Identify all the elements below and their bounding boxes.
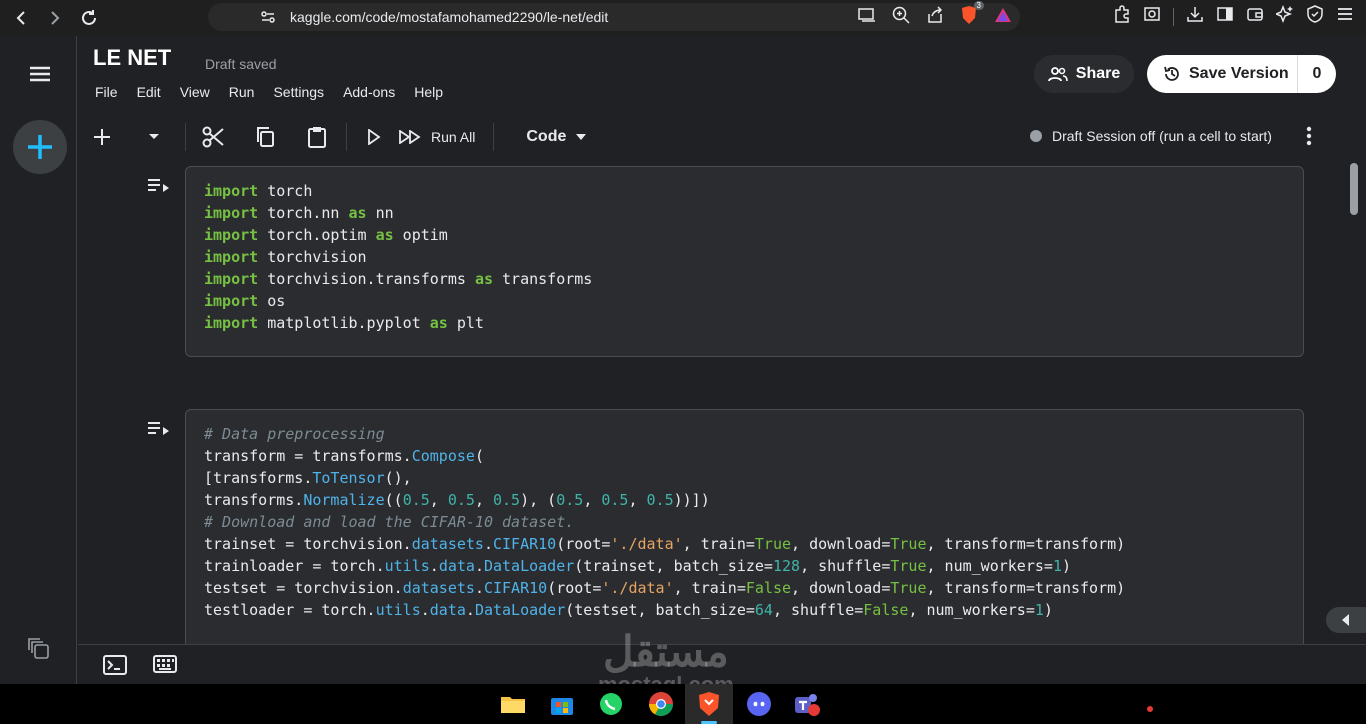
- session-status[interactable]: Draft Session off (run a cell to start): [1030, 128, 1272, 144]
- code-line: import torch.optim as optim: [204, 226, 448, 244]
- code-line: import torchvision: [204, 248, 367, 266]
- brave-badge: 3: [973, 0, 984, 10]
- whatsapp-icon[interactable]: [597, 690, 625, 718]
- copy-icon[interactable]: [248, 120, 282, 154]
- run-cell-icon[interactable]: [357, 120, 391, 154]
- cut-icon[interactable]: [196, 120, 230, 154]
- notebook-menu-bar: File Edit View Run Settings Add-ons Help: [95, 84, 462, 100]
- more-options-icon[interactable]: [1306, 126, 1312, 151]
- code-line: testloader = torch.utils.data.DataLoader…: [204, 601, 1053, 619]
- create-button[interactable]: [13, 120, 67, 174]
- chevron-down-icon: [576, 134, 587, 140]
- save-version-button[interactable]: Save Version 0: [1147, 55, 1336, 93]
- notebook-cells-area: import torch import torch.nn as nn import …: [78, 160, 1366, 644]
- version-count[interactable]: 0: [1297, 55, 1336, 93]
- store-icon[interactable]: [548, 690, 576, 718]
- watermark-arabic: مستقل: [603, 628, 729, 675]
- cast-icon[interactable]: [858, 7, 876, 27]
- hamburger-menu-icon[interactable]: [29, 66, 51, 87]
- code-line: trainloader = torch.utils.data.DataLoade…: [204, 557, 1071, 575]
- share-page-icon[interactable]: [926, 5, 944, 29]
- code-line: import torch: [204, 182, 313, 200]
- keyboard-shortcuts-icon[interactable]: [153, 655, 177, 678]
- expand-side-panel-button[interactable]: [1326, 607, 1366, 633]
- menu-edit[interactable]: Edit: [137, 84, 161, 100]
- code-line: import torch.nn as nn: [204, 204, 394, 222]
- session-status-dot: [1030, 130, 1042, 142]
- code-line: transforms.Normalize((0.5, 0.5, 0.5), (0…: [204, 491, 710, 509]
- save-status: Draft saved: [205, 56, 277, 72]
- code-line: # Download and load the CIFAR-10 dataset…: [204, 513, 575, 531]
- brave-rewards-icon[interactable]: [994, 7, 1012, 28]
- brave-taskbar-active[interactable]: [685, 684, 733, 724]
- share-label: Share: [1075, 65, 1121, 82]
- file-explorer-icon[interactable]: [499, 690, 527, 718]
- chrome-icon[interactable]: [647, 690, 675, 718]
- cell-type-value: Code: [526, 128, 567, 145]
- cell-2-type-icon[interactable]: [148, 420, 170, 443]
- reload-icon[interactable]: [76, 5, 102, 31]
- back-icon[interactable]: [8, 5, 34, 31]
- code-line: trainset = torchvision.datasets.CIFAR10(…: [204, 535, 1126, 553]
- vpn-icon[interactable]: [1306, 5, 1324, 28]
- left-rail: [0, 36, 77, 684]
- screenshot-icon[interactable]: [1143, 5, 1161, 28]
- menu-help[interactable]: Help: [414, 84, 443, 100]
- menu-view[interactable]: View: [180, 84, 210, 100]
- extensions-icon[interactable]: [1113, 5, 1131, 28]
- code-line: # Data preprocessing: [204, 425, 385, 443]
- sidebar-icon[interactable]: [1216, 5, 1234, 28]
- add-cell-icon[interactable]: [85, 120, 119, 154]
- browser-toolbar: kaggle.com/code/mostafamohamed2290/le-ne…: [0, 0, 1366, 36]
- zoom-icon[interactable]: [892, 6, 910, 29]
- teams-icon[interactable]: [793, 690, 821, 718]
- forward-icon[interactable]: [42, 5, 68, 31]
- share-button[interactable]: Share: [1034, 55, 1134, 93]
- os-taskbar: [0, 684, 1366, 724]
- browser-menu-icon[interactable]: [1336, 5, 1354, 28]
- fast-forward-icon: [399, 130, 421, 144]
- wallet-icon[interactable]: [1246, 5, 1264, 28]
- menu-add-ons[interactable]: Add-ons: [343, 84, 395, 100]
- downloads-icon[interactable]: [1186, 5, 1204, 28]
- code-cell-1[interactable]: import torch import torch.nn as nn import …: [185, 166, 1304, 357]
- discord-icon[interactable]: [745, 690, 773, 718]
- code-line: import matplotlib.pyplot as plt: [204, 314, 484, 332]
- run-all-label: Run All: [431, 129, 476, 145]
- code-line: import torchvision.transforms as transfo…: [204, 270, 593, 288]
- code-line: testset = torchvision.datasets.CIFAR10(r…: [204, 579, 1126, 597]
- url-text[interactable]: kaggle.com/code/mostafamohamed2290/le-ne…: [290, 9, 608, 25]
- code-line: [transforms.ToTensor(),: [204, 469, 412, 487]
- collapse-panels-icon[interactable]: [28, 638, 50, 665]
- save-version-label: Save Version: [1189, 65, 1289, 82]
- paste-icon[interactable]: [300, 120, 334, 154]
- address-bar[interactable]: kaggle.com/code/mostafamohamed2290/le-ne…: [208, 0, 1020, 31]
- site-info-icon[interactable]: [260, 9, 276, 30]
- cell-type-select[interactable]: Code: [526, 128, 587, 146]
- code-cell-2[interactable]: # Data preprocessing transform = transfor…: [185, 409, 1304, 644]
- menu-file[interactable]: File: [95, 84, 118, 100]
- menu-settings[interactable]: Settings: [273, 84, 324, 100]
- recording-indicator: [1147, 706, 1153, 712]
- leo-ai-icon[interactable]: [1273, 4, 1294, 28]
- run-all-button[interactable]: Run All: [399, 129, 475, 145]
- code-line: import os: [204, 292, 286, 310]
- brave-shields-icon[interactable]: 3: [960, 0, 984, 30]
- code-line: transform = transforms.Compose(: [204, 447, 484, 465]
- console-icon[interactable]: [103, 655, 127, 680]
- plus-icon: [28, 135, 52, 159]
- chevron-left-icon: [1342, 614, 1349, 626]
- brave-icon: [699, 692, 719, 716]
- add-cell-dropdown-icon[interactable]: [137, 120, 171, 154]
- notebook-toolbar: Run All Code: [85, 120, 587, 154]
- cell-1-type-icon[interactable]: [148, 177, 170, 200]
- people-icon: [1047, 67, 1068, 82]
- menu-run[interactable]: Run: [229, 84, 255, 100]
- notebook-scrollbar[interactable]: [1350, 163, 1358, 215]
- notebook-title[interactable]: LE NET: [93, 45, 171, 71]
- session-status-text: Draft Session off (run a cell to start): [1052, 128, 1272, 144]
- history-icon: [1164, 66, 1179, 81]
